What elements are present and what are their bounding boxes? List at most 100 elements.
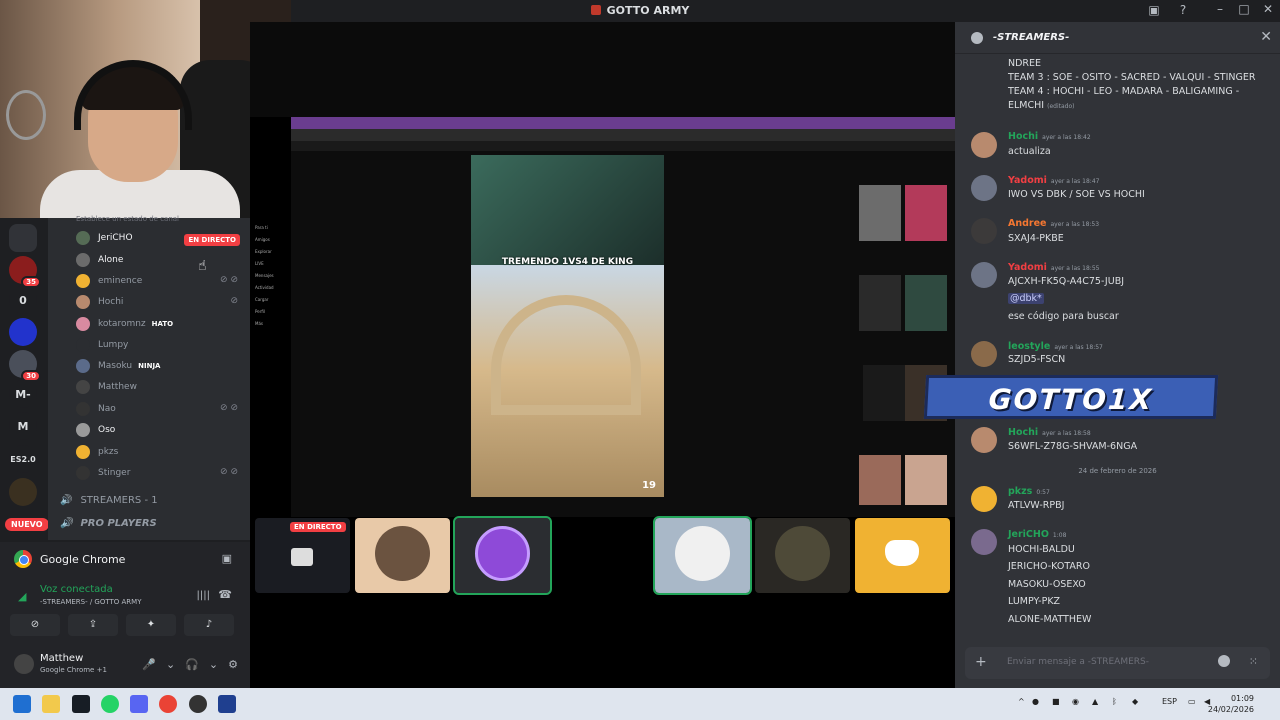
- shared-screen[interactable]: Para ti Amigos Explorar LIVE Mensajes Ac…: [255, 117, 955, 517]
- server-2[interactable]: 0: [9, 286, 37, 314]
- avatar[interactable]: [971, 341, 997, 367]
- activity-row[interactable]: Google Chrome: [14, 550, 125, 568]
- voice-member[interactable]: Matthew: [76, 377, 137, 397]
- tray-app-icon[interactable]: ■: [1052, 697, 1060, 706]
- inbox-icon[interactable]: ▣: [1147, 3, 1161, 17]
- steam-icon[interactable]: [72, 695, 90, 713]
- participant-tile[interactable]: [555, 518, 650, 593]
- server-8[interactable]: [9, 478, 37, 506]
- help-icon[interactable]: ?: [1176, 3, 1190, 17]
- participant-tile[interactable]: [653, 516, 752, 595]
- voice-member[interactable]: Masoku NINJA: [76, 356, 160, 376]
- tray-app-icon[interactable]: ●: [1032, 697, 1039, 706]
- participant-tile[interactable]: [355, 518, 450, 593]
- server-0[interactable]: [9, 224, 37, 252]
- tray-app-icon[interactable]: ◆: [1132, 697, 1138, 706]
- message-author[interactable]: Hochi ayer a las 18:58: [1008, 427, 1091, 438]
- chrome-icon[interactable]: [159, 695, 177, 713]
- message-author[interactable]: pkzs 0:57: [1008, 486, 1050, 497]
- message-input[interactable]: Enviar mensaje a -STREAMERS-: [1007, 657, 1149, 667]
- voice-channel-name[interactable]: -STREAMERS- / GOTTO ARMY: [40, 598, 142, 606]
- server-7[interactable]: ES2.0: [9, 445, 37, 473]
- server-5[interactable]: M-: [9, 380, 37, 408]
- server-6[interactable]: M: [9, 412, 37, 440]
- voice-member[interactable]: eminence: [76, 271, 142, 291]
- message-author[interactable]: Yadomi ayer a las 18:55: [1008, 262, 1099, 273]
- noise-suppression-icon[interactable]: ||||: [197, 590, 210, 601]
- avatar[interactable]: [971, 486, 997, 512]
- signal-icon[interactable]: ◢: [18, 590, 26, 603]
- video-thumbnail[interactable]: [863, 365, 905, 421]
- screen-share-icon[interactable]: ▣: [222, 552, 232, 565]
- voice-member[interactable]: Alone: [76, 250, 123, 270]
- obs-icon[interactable]: [189, 695, 207, 713]
- windows-start-icon[interactable]: [13, 695, 31, 713]
- voice-channel-streamers[interactable]: 🔊 STREAMERS - 1: [60, 491, 158, 509]
- minimize-icon[interactable]: –: [1208, 2, 1232, 16]
- participant-tile[interactable]: [453, 516, 552, 595]
- discord-icon[interactable]: [130, 695, 148, 713]
- tray-app-icon[interactable]: ▲: [1092, 697, 1098, 706]
- avatar[interactable]: [971, 132, 997, 158]
- server-1[interactable]: 35: [9, 256, 41, 288]
- chevron-down-icon[interactable]: ⌄: [209, 658, 218, 671]
- video-thumbnail[interactable]: [859, 275, 901, 331]
- headphones-icon[interactable]: 🎧: [185, 658, 199, 671]
- tray-chevron-icon[interactable]: ^: [1018, 697, 1025, 706]
- voice-member[interactable]: pkzs: [76, 442, 118, 462]
- voice-member[interactable]: JeriCHO: [76, 228, 133, 248]
- microphone-icon[interactable]: 🎤: [142, 658, 156, 671]
- video-thumbnail[interactable]: [859, 185, 901, 241]
- system-clock[interactable]: 01:09 24/02/2026: [1208, 693, 1254, 715]
- voice-member[interactable]: kotaromnz HATO: [76, 314, 173, 334]
- participant-tile[interactable]: EN DIRECTO: [255, 518, 350, 593]
- close-window-icon[interactable]: ✕: [1256, 2, 1280, 16]
- avatar[interactable]: [971, 262, 997, 288]
- voice-member[interactable]: Lumpy: [76, 335, 128, 355]
- network-icon[interactable]: ▭: [1188, 697, 1196, 706]
- message-author[interactable]: Yadomi ayer a las 18:47: [1008, 175, 1099, 186]
- gear-icon[interactable]: ⚙: [228, 658, 238, 671]
- chevron-down-icon[interactable]: ⌄: [166, 658, 175, 671]
- whatsapp-icon[interactable]: [101, 695, 119, 713]
- message-author[interactable]: leostyle ayer a las 18:57: [1008, 341, 1103, 352]
- video-thumbnail[interactable]: [905, 455, 947, 505]
- avatar[interactable]: [971, 218, 997, 244]
- voice-member[interactable]: Hochi: [76, 292, 123, 312]
- file-explorer-icon[interactable]: [42, 695, 60, 713]
- message-author[interactable]: JeriCHO 1:08: [1008, 529, 1066, 540]
- app-icon[interactable]: [218, 695, 236, 713]
- apps-icon[interactable]: ⁙: [1249, 655, 1258, 668]
- soundboard-icon[interactable]: ♪: [184, 614, 234, 636]
- message-author[interactable]: Andree ayer a las 18:53: [1008, 218, 1099, 229]
- avatar[interactable]: [971, 175, 997, 201]
- voice-channel-pro-players[interactable]: 🔊 PRO PLAYERS: [60, 514, 157, 532]
- close-icon[interactable]: ✕: [1260, 29, 1272, 45]
- camera-off-icon[interactable]: ⊘: [10, 614, 60, 636]
- avatar[interactable]: [14, 654, 34, 674]
- maximize-icon[interactable]: □: [1232, 2, 1256, 16]
- emoji-icon[interactable]: [1218, 655, 1230, 667]
- plus-icon[interactable]: +: [975, 654, 987, 670]
- disconnect-icon[interactable]: ☎: [218, 588, 232, 601]
- video-player[interactable]: TREMENDO 1VS4 DE KING 19: [471, 155, 664, 497]
- video-thumbnail[interactable]: [859, 455, 901, 505]
- voice-member[interactable]: Stinger: [76, 463, 130, 483]
- voice-member[interactable]: Nao: [76, 399, 116, 419]
- video-thumbnail[interactable]: [905, 185, 947, 241]
- share-screen-icon[interactable]: ⇪: [68, 614, 118, 636]
- server-3[interactable]: [9, 318, 37, 346]
- participant-tile[interactable]: [855, 518, 950, 593]
- avatar[interactable]: [971, 529, 997, 555]
- message-composer[interactable]: + Enviar mensaje a -STREAMERS- ⁙: [965, 647, 1270, 679]
- message-author[interactable]: Hochi ayer a las 18:42: [1008, 131, 1091, 142]
- language-indicator[interactable]: ESP: [1162, 697, 1177, 706]
- new-badge[interactable]: NUEVO: [5, 518, 49, 531]
- tray-bluetooth-icon[interactable]: ᛒ: [1112, 697, 1117, 706]
- server-4[interactable]: 30: [9, 350, 41, 382]
- voice-member[interactable]: Oso: [76, 420, 115, 440]
- participant-tile[interactable]: [755, 518, 850, 593]
- activities-icon[interactable]: ✦: [126, 614, 176, 636]
- tray-steam-icon[interactable]: ◉: [1072, 697, 1079, 706]
- message-mention[interactable]: @dbk*: [1008, 293, 1044, 304]
